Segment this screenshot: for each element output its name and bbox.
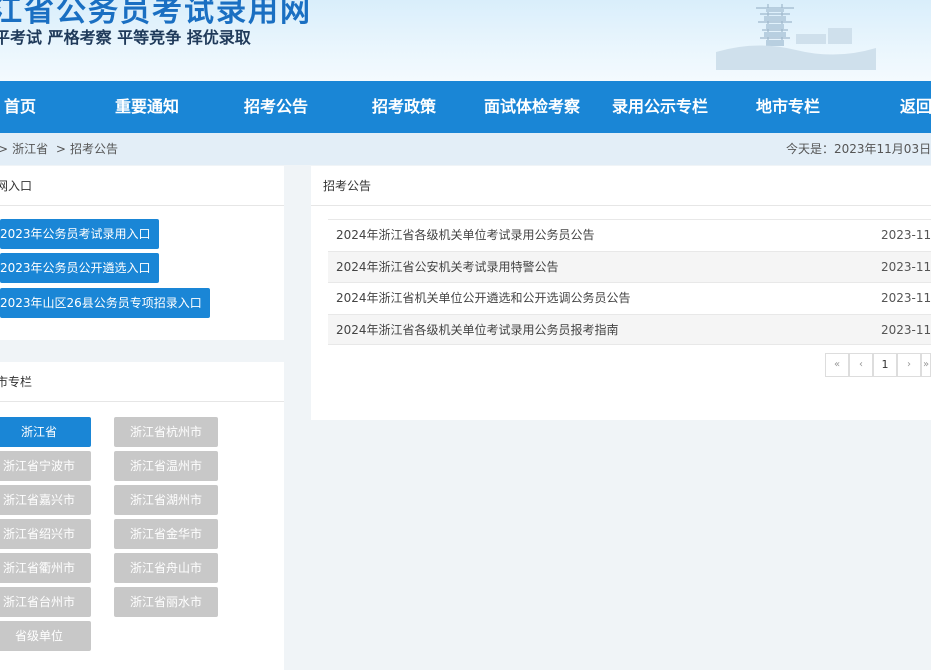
city-panel-title: 市专栏: [0, 362, 284, 402]
city-button-jinhua[interactable]: 浙江省金华市: [114, 519, 218, 549]
city-button-lishui[interactable]: 浙江省丽水市: [114, 587, 218, 617]
city-button-shaoxing[interactable]: 浙江省绍兴市: [0, 519, 91, 549]
city-button-wenzhou[interactable]: 浙江省温州市: [114, 451, 218, 481]
pager-prev-button[interactable]: ‹: [849, 353, 873, 377]
city-button-zhejiang[interactable]: 浙江省: [0, 417, 91, 447]
nav-recruitment-policy[interactable]: 招考政策: [372, 81, 436, 133]
notice-title[interactable]: 2024年浙江省公安机关考试录用特警公告: [336, 252, 559, 283]
entry-button-2023-selection[interactable]: 2023年公务员公开遴选入口: [0, 253, 159, 283]
notice-row[interactable]: 2024年浙江省各级机关单位考试录用公务员公告 2023-11-: [328, 219, 931, 250]
pager-next-button[interactable]: ›: [897, 353, 921, 377]
notice-row[interactable]: 2024年浙江省机关单位公开遴选和公开选调公务员公告 2023-11-: [328, 282, 931, 313]
breadcrumb-item-province[interactable]: 浙江省: [12, 142, 48, 156]
pager-page-1[interactable]: 1: [873, 353, 897, 377]
nav-city-column[interactable]: 地市专栏: [756, 81, 820, 133]
city-button-huzhou[interactable]: 浙江省湖州市: [114, 485, 218, 515]
notice-date: 2023-11-: [881, 323, 931, 337]
notice-row[interactable]: 2024年浙江省公安机关考试录用特警公告 2023-11-: [328, 251, 931, 282]
pagoda-illustration: [716, 4, 876, 70]
city-button-ningbo[interactable]: 浙江省宁波市: [0, 451, 91, 481]
entry-panel-title: 网入口: [0, 166, 284, 206]
city-button-quzhou[interactable]: 浙江省衢州市: [0, 553, 91, 583]
nav-interview-exam[interactable]: 面试体检考察: [484, 81, 580, 133]
today-date: 今天是：2023年11月03日: [786, 142, 931, 156]
breadcrumb-sep: >: [55, 142, 66, 156]
notice-title[interactable]: 2024年浙江省机关单位公开遴选和公开选调公务员公告: [336, 283, 631, 314]
pager-last-button[interactable]: »: [921, 353, 931, 377]
breadcrumb-sep: >: [0, 142, 9, 156]
notice-date: 2023-11-: [881, 260, 931, 274]
notice-title[interactable]: 2024年浙江省各级机关单位考试录用公务员报考指南: [336, 315, 619, 346]
notice-title[interactable]: 2024年浙江省各级机关单位考试录用公务员公告: [336, 220, 595, 251]
site-banner: 江省公务员考试录用网 平考试 严格考察 平等竞争 择优录取: [0, 0, 931, 81]
notice-date: 2023-11-: [881, 291, 931, 305]
breadcrumb: > 浙江省 > 招考公告: [0, 140, 122, 157]
nav-hiring-publicity[interactable]: 录用公示专栏: [612, 81, 708, 133]
breadcrumb-item-current[interactable]: 招考公告: [70, 142, 118, 156]
city-button-taizhou[interactable]: 浙江省台州市: [0, 587, 91, 617]
city-button-hangzhou[interactable]: 浙江省杭州市: [114, 417, 218, 447]
entry-panel: 网入口 2023年公务员考试录用入口 2023年公务员公开遴选入口 2023年山…: [0, 166, 284, 340]
city-button-jiaxing[interactable]: 浙江省嘉兴市: [0, 485, 91, 515]
notice-panel: 招考公告 2024年浙江省各级机关单位考试录用公务员公告 2023-11- 20…: [311, 166, 931, 420]
notice-row[interactable]: 2024年浙江省各级机关单位考试录用公务员报考指南 2023-11-: [328, 314, 931, 345]
nav-back[interactable]: 返回: [900, 81, 931, 133]
city-button-provincial-units[interactable]: 省级单位: [0, 621, 91, 651]
site-slogan: 平考试 严格考察 平等竞争 择优录取: [0, 28, 251, 47]
city-button-zhoushan[interactable]: 浙江省舟山市: [114, 553, 218, 583]
entry-button-mountain-26[interactable]: 2023年山区26县公务员专项招录入口: [0, 288, 210, 318]
pager-first-button[interactable]: «: [825, 353, 849, 377]
nav-home[interactable]: 首页: [4, 81, 36, 133]
notice-date: 2023-11-: [881, 228, 931, 242]
nav-recruitment-notice[interactable]: 招考公告: [244, 81, 308, 133]
main-nav: 首页 重要通知 招考公告 招考政策 面试体检考察 录用公示专栏 地市专栏 返回: [0, 81, 931, 133]
nav-important-notice[interactable]: 重要通知: [115, 81, 179, 133]
city-panel: 市专栏 浙江省 浙江省杭州市 浙江省宁波市 浙江省温州市 浙江省嘉兴市 浙江省湖…: [0, 362, 284, 670]
notice-panel-title: 招考公告: [311, 166, 931, 206]
entry-button-2023-recruit[interactable]: 2023年公务员考试录用入口: [0, 219, 159, 249]
